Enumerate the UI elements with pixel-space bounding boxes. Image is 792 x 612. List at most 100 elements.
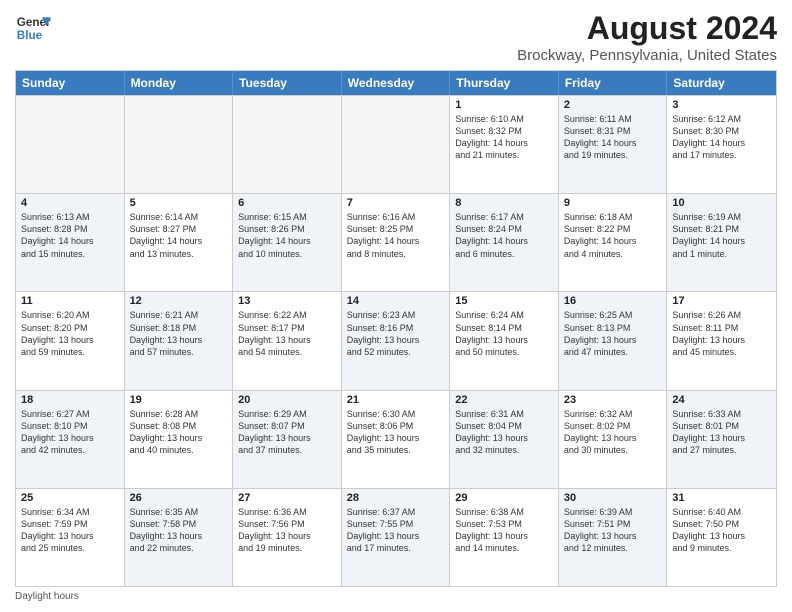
calendar-header-cell: Thursday xyxy=(450,71,559,95)
title-block: August 2024 Brockway, Pennsylvania, Unit… xyxy=(517,10,777,64)
cell-text: Sunrise: 6:26 AM Sunset: 8:11 PM Dayligh… xyxy=(672,309,771,358)
calendar-cell: 16 Sunrise: 6:25 AM Sunset: 8:13 PM Dayli… xyxy=(559,292,668,389)
calendar-cell: 24 Sunrise: 6:33 AM Sunset: 8:01 PM Dayli… xyxy=(667,391,776,488)
calendar-cell: 1Sunrise: 6:10 AM Sunset: 8:32 PM Daylig… xyxy=(450,96,559,193)
calendar-cell: 7 Sunrise: 6:16 AM Sunset: 8:25 PM Daylig… xyxy=(342,194,451,291)
cell-text: Sunrise: 6:32 AM Sunset: 8:02 PM Dayligh… xyxy=(564,408,662,457)
day-number: 20 xyxy=(238,394,336,406)
day-number: 21 xyxy=(347,394,445,406)
cell-text: Sunrise: 6:30 AM Sunset: 8:06 PM Dayligh… xyxy=(347,408,445,457)
day-number: 25 xyxy=(21,492,119,504)
cell-text: Sunrise: 6:13 AM Sunset: 8:28 PM Dayligh… xyxy=(21,211,119,260)
day-number: 16 xyxy=(564,295,662,307)
svg-text:Blue: Blue xyxy=(17,29,43,42)
calendar-cell: 14Sunrise: 6:23 AM Sunset: 8:16 PM Dayli… xyxy=(342,292,451,389)
cell-text: Sunrise: 6:27 AM Sunset: 8:10 PM Dayligh… xyxy=(21,408,119,457)
calendar-cell: 18 Sunrise: 6:27 AM Sunset: 8:10 PM Dayli… xyxy=(16,391,125,488)
calendar-row: 4 Sunrise: 6:13 AM Sunset: 8:28 PM Daylig… xyxy=(16,193,776,291)
calendar-cell: 15 Sunrise: 6:24 AM Sunset: 8:14 PM Dayli… xyxy=(450,292,559,389)
logo-icon: General Blue xyxy=(15,10,51,46)
day-number: 24 xyxy=(672,394,771,406)
calendar-header-cell: Tuesday xyxy=(233,71,342,95)
cell-text: Sunrise: 6:25 AM Sunset: 8:13 PM Dayligh… xyxy=(564,309,662,358)
calendar-cell: 31 Sunrise: 6:40 AM Sunset: 7:50 PM Dayli… xyxy=(667,489,776,586)
day-number: 28 xyxy=(347,492,445,504)
day-number: 19 xyxy=(130,394,228,406)
cell-text: Sunrise: 6:31 AM Sunset: 8:04 PM Dayligh… xyxy=(455,408,553,457)
calendar-header-cell: Sunday xyxy=(16,71,125,95)
calendar-cell: 13 Sunrise: 6:22 AM Sunset: 8:17 PM Dayli… xyxy=(233,292,342,389)
day-number: 6 xyxy=(238,197,336,209)
header: General Blue August 2024 Brockway, Penns… xyxy=(15,10,777,64)
day-number: 9 xyxy=(564,197,662,209)
cell-text: Sunrise: 6:17 AM Sunset: 8:24 PM Dayligh… xyxy=(455,211,553,260)
day-number: 2 xyxy=(564,99,662,111)
calendar-header-cell: Monday xyxy=(125,71,234,95)
day-number: 29 xyxy=(455,492,553,504)
day-number: 4 xyxy=(21,197,119,209)
calendar-header: SundayMondayTuesdayWednesdayThursdayFrid… xyxy=(16,71,776,95)
day-number: 26 xyxy=(130,492,228,504)
cell-text: Sunrise: 6:28 AM Sunset: 8:08 PM Dayligh… xyxy=(130,408,228,457)
calendar-cell: 8 Sunrise: 6:17 AM Sunset: 8:24 PM Daylig… xyxy=(450,194,559,291)
day-number: 5 xyxy=(130,197,228,209)
cell-text: Sunrise: 6:15 AM Sunset: 8:26 PM Dayligh… xyxy=(238,211,336,260)
logo: General Blue xyxy=(15,10,51,46)
main-title: August 2024 xyxy=(517,10,777,47)
day-number: 31 xyxy=(672,492,771,504)
cell-text: Sunrise: 6:11 AM Sunset: 8:31 PM Dayligh… xyxy=(564,113,662,162)
calendar-cell: 20 Sunrise: 6:29 AM Sunset: 8:07 PM Dayli… xyxy=(233,391,342,488)
calendar-cell: 17 Sunrise: 6:26 AM Sunset: 8:11 PM Dayli… xyxy=(667,292,776,389)
calendar-cell xyxy=(342,96,451,193)
cell-text: Sunrise: 6:34 AM Sunset: 7:59 PM Dayligh… xyxy=(21,506,119,555)
calendar-cell: 27Sunrise: 6:36 AM Sunset: 7:56 PM Dayli… xyxy=(233,489,342,586)
day-number: 14 xyxy=(347,295,445,307)
calendar-cell: 28Sunrise: 6:37 AM Sunset: 7:55 PM Dayli… xyxy=(342,489,451,586)
cell-text: Sunrise: 6:29 AM Sunset: 8:07 PM Dayligh… xyxy=(238,408,336,457)
calendar-cell: 3 Sunrise: 6:12 AM Sunset: 8:30 PM Daylig… xyxy=(667,96,776,193)
calendar-header-cell: Friday xyxy=(559,71,668,95)
cell-text: Sunrise: 6:16 AM Sunset: 8:25 PM Dayligh… xyxy=(347,211,445,260)
calendar-cell: 30 Sunrise: 6:39 AM Sunset: 7:51 PM Dayli… xyxy=(559,489,668,586)
calendar-row: 11Sunrise: 6:20 AM Sunset: 8:20 PM Dayli… xyxy=(16,291,776,389)
day-number: 27 xyxy=(238,492,336,504)
cell-text: Sunrise: 6:19 AM Sunset: 8:21 PM Dayligh… xyxy=(672,211,771,260)
calendar-header-cell: Saturday xyxy=(667,71,776,95)
day-number: 13 xyxy=(238,295,336,307)
day-number: 17 xyxy=(672,295,771,307)
calendar-row: 1Sunrise: 6:10 AM Sunset: 8:32 PM Daylig… xyxy=(16,95,776,193)
day-number: 23 xyxy=(564,394,662,406)
cell-text: Sunrise: 6:39 AM Sunset: 7:51 PM Dayligh… xyxy=(564,506,662,555)
calendar-cell: 6 Sunrise: 6:15 AM Sunset: 8:26 PM Daylig… xyxy=(233,194,342,291)
footer: Daylight hours xyxy=(15,591,777,602)
calendar-cell: 10 Sunrise: 6:19 AM Sunset: 8:21 PM Dayli… xyxy=(667,194,776,291)
cell-text: Sunrise: 6:40 AM Sunset: 7:50 PM Dayligh… xyxy=(672,506,771,555)
cell-text: Sunrise: 6:10 AM Sunset: 8:32 PM Dayligh… xyxy=(455,113,553,162)
calendar-cell xyxy=(233,96,342,193)
calendar-cell: 29 Sunrise: 6:38 AM Sunset: 7:53 PM Dayli… xyxy=(450,489,559,586)
calendar-body: 1Sunrise: 6:10 AM Sunset: 8:32 PM Daylig… xyxy=(16,95,776,586)
cell-text: Sunrise: 6:38 AM Sunset: 7:53 PM Dayligh… xyxy=(455,506,553,555)
day-number: 12 xyxy=(130,295,228,307)
day-number: 10 xyxy=(672,197,771,209)
calendar-cell: 26 Sunrise: 6:35 AM Sunset: 7:58 PM Dayli… xyxy=(125,489,234,586)
calendar-cell: 12Sunrise: 6:21 AM Sunset: 8:18 PM Dayli… xyxy=(125,292,234,389)
cell-text: Sunrise: 6:12 AM Sunset: 8:30 PM Dayligh… xyxy=(672,113,771,162)
calendar-cell xyxy=(16,96,125,193)
day-number: 30 xyxy=(564,492,662,504)
cell-text: Sunrise: 6:22 AM Sunset: 8:17 PM Dayligh… xyxy=(238,309,336,358)
cell-text: Sunrise: 6:33 AM Sunset: 8:01 PM Dayligh… xyxy=(672,408,771,457)
calendar-cell xyxy=(125,96,234,193)
day-number: 7 xyxy=(347,197,445,209)
day-number: 8 xyxy=(455,197,553,209)
calendar-cell: 19 Sunrise: 6:28 AM Sunset: 8:08 PM Dayli… xyxy=(125,391,234,488)
day-number: 3 xyxy=(672,99,771,111)
cell-text: Sunrise: 6:35 AM Sunset: 7:58 PM Dayligh… xyxy=(130,506,228,555)
cell-text: Sunrise: 6:24 AM Sunset: 8:14 PM Dayligh… xyxy=(455,309,553,358)
calendar-cell: 4 Sunrise: 6:13 AM Sunset: 8:28 PM Daylig… xyxy=(16,194,125,291)
day-number: 18 xyxy=(21,394,119,406)
cell-text: Sunrise: 6:20 AM Sunset: 8:20 PM Dayligh… xyxy=(21,309,119,358)
day-number: 15 xyxy=(455,295,553,307)
calendar-cell: 25 Sunrise: 6:34 AM Sunset: 7:59 PM Dayli… xyxy=(16,489,125,586)
calendar-cell: 11Sunrise: 6:20 AM Sunset: 8:20 PM Dayli… xyxy=(16,292,125,389)
